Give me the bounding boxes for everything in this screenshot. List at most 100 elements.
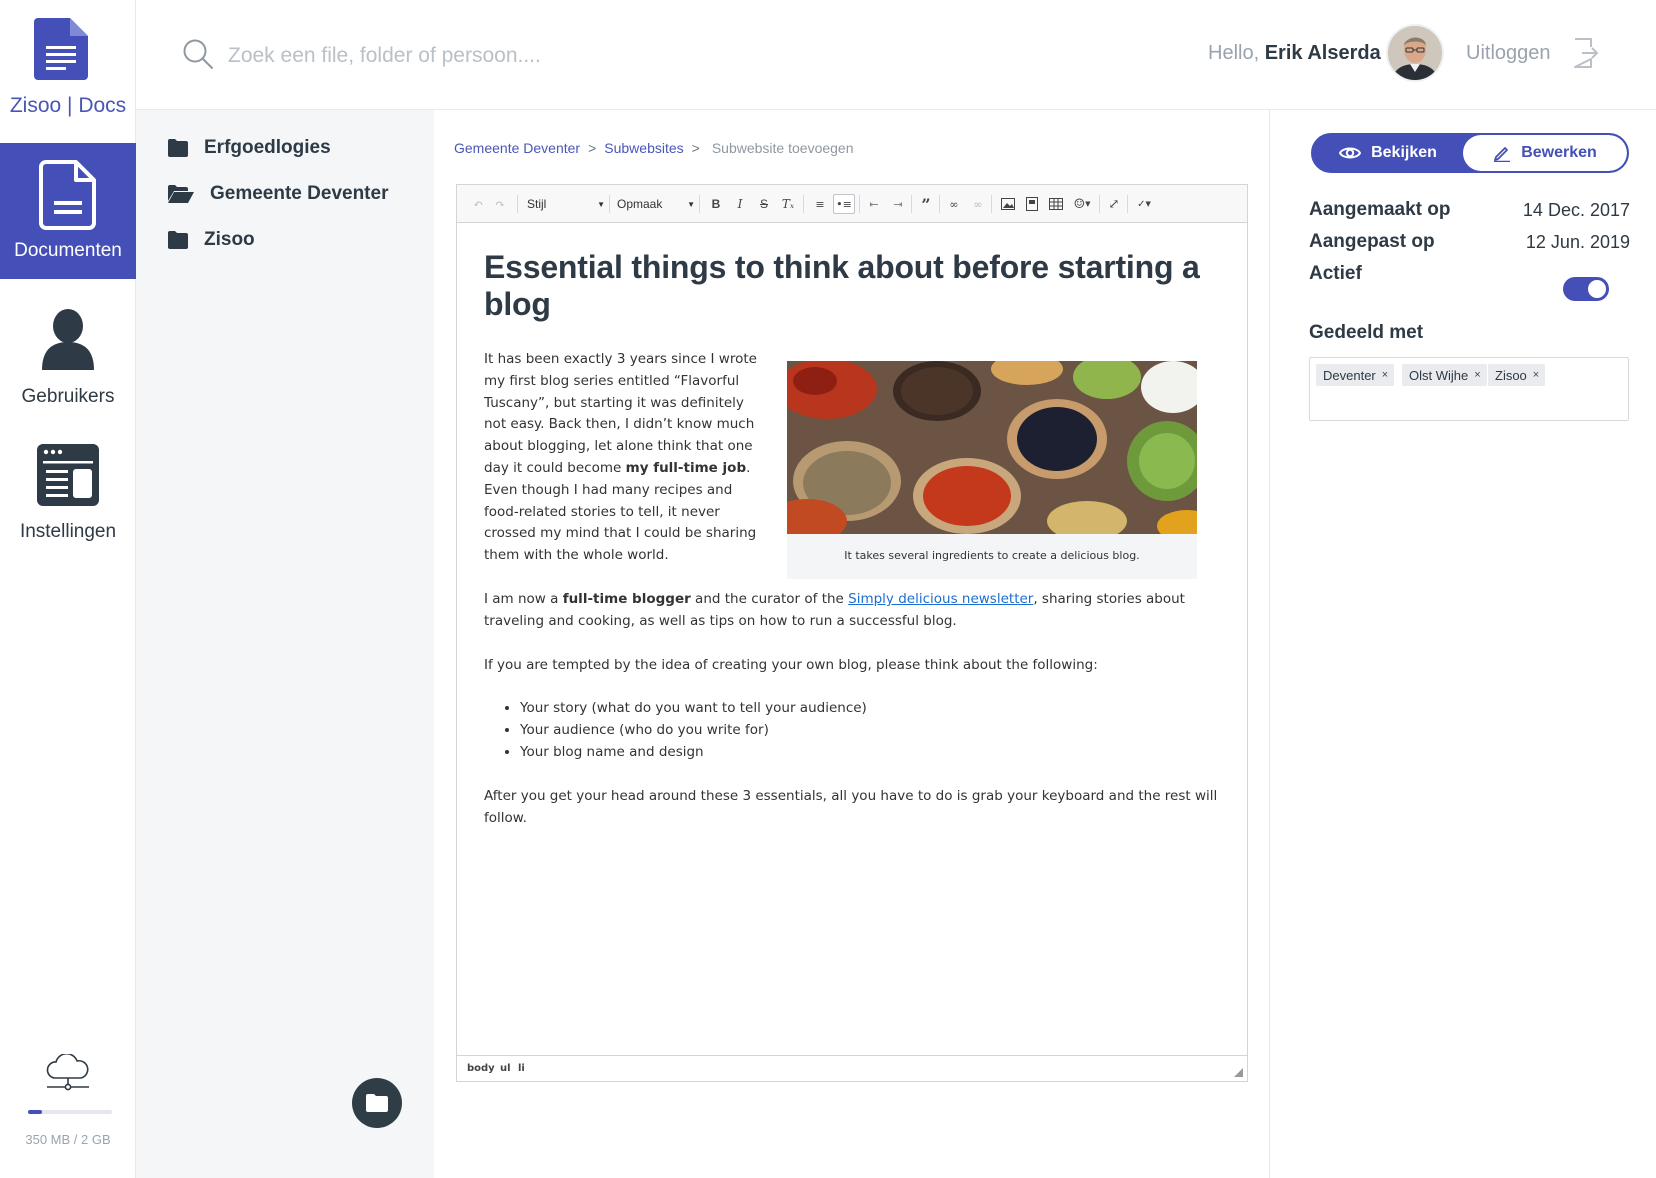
folder-closed-icon [168,139,188,157]
breadcrumb-item[interactable]: Subwebsites [604,140,683,156]
text-run: and the curator of the [690,590,849,607]
editor-toolbar: ↶ ↷ Stijl ▼ Opmaak ▼ B I S Tₓ ≡ •≡ ⇤ ⇥ ” [457,185,1247,223]
spellcheck-icon[interactable]: ✓ ▼ [1131,194,1157,214]
nav-label-settings: Instellingen [19,521,117,542]
edit-button[interactable]: Bewerken [1463,135,1627,171]
shared-with-input[interactable]: Deventer × Olst Wijhe × Zisoo × [1309,357,1629,421]
remove-tag-icon[interactable]: × [1474,369,1480,381]
logout-icon[interactable] [1573,38,1599,68]
style-select-value: Stijl [527,197,547,211]
breadcrumb-separator: > [588,140,597,156]
logo-text: Zisoo | Docs [0,94,136,118]
folder-item-erfgoedlogies[interactable]: Erfgoedlogies [168,134,331,162]
emoji-icon[interactable]: ☺ ▼ [1069,194,1095,214]
top-header: Hello, Erik Alserda Uitloggen [136,0,1656,110]
cloud-storage-icon [46,1054,89,1091]
element-path-item[interactable]: ul [500,1063,511,1074]
logo-brand: Zisoo [9,94,62,117]
caret-down-icon: ▼ [687,199,695,209]
spices-image [787,361,1197,534]
clear-format-icon[interactable]: Tₓ [777,194,799,214]
app-logo[interactable]: Zisoo | Docs [0,0,136,143]
logout-link[interactable]: Uitloggen [1466,42,1551,65]
storage-bar [28,1110,112,1114]
link-icon[interactable]: ∞ [943,194,965,214]
paragraph: After you get your head around these 3 e… [484,787,1218,826]
folder-name: Erfgoedlogies [204,137,331,158]
greeting-text: Hello, [1208,42,1265,64]
active-label: Actief [1309,263,1362,284]
user-name[interactable]: Erik Alserda [1265,42,1381,64]
toolbar-divider [1099,195,1100,213]
breadcrumb: Gemeente Deventer > Subwebsites > Subwebsite… [454,140,854,156]
breadcrumb-item[interactable]: Gemeente Deventer [454,140,580,156]
view-edit-toggle: Bekijken Bewerken [1311,133,1629,173]
table-icon[interactable] [1045,194,1067,214]
folder-item-gemeente-deventer[interactable]: Gemeente Deventer [168,180,388,208]
folder-name: Zisoo [204,229,255,250]
toolbar-divider [517,195,518,213]
format-select[interactable]: Opmaak ▼ [617,194,695,214]
image-glyph [1001,198,1015,210]
nav-item-settings[interactable]: Instellingen [0,440,136,550]
redo-icon[interactable]: ↷ [489,194,511,214]
bullet-list: Your story (what do you want to tell you… [520,698,1220,763]
nav-label-users: Gebruikers [21,386,115,407]
image-icon[interactable] [997,194,1019,214]
editor-column: Gemeente Deventer > Subwebsites > Subwebsite… [434,110,1270,1178]
app-root: Zisoo | Docs Documenten Gebruikers Inste… [0,0,1656,1178]
settings-window-icon [37,444,99,506]
share-tag-label: Olst Wijhe [1409,367,1469,383]
text-run: It has been exactly 3 years since I wrot… [484,351,757,476]
bullet-list-icon[interactable]: •≡ [833,194,855,214]
fullscreen-icon[interactable]: ⤢ [1103,194,1125,214]
new-folder-button[interactable] [352,1078,402,1128]
figure[interactable]: It takes several ingredients to create a… [787,361,1197,579]
search-input[interactable] [228,36,828,76]
storage-bar-fill [28,1110,43,1114]
toolbar-divider [911,195,912,213]
table-glyph [1049,198,1063,210]
share-tag-label: Zisoo [1495,367,1527,383]
main-nav: Zisoo | Docs Documenten Gebruikers Inste… [0,0,136,1178]
search-icon[interactable] [182,38,214,70]
avatar-photo [1388,26,1442,80]
element-path-item[interactable]: li [518,1063,525,1074]
document-title: Essential things to think about before s… [484,249,1200,322]
avatar[interactable] [1386,24,1444,82]
share-tag: Deventer × [1316,364,1395,386]
remove-tag-icon[interactable]: × [1533,369,1539,381]
format-select-value: Opmaak [617,197,663,211]
undo-icon[interactable]: ↶ [467,194,489,214]
nav-item-users[interactable]: Gebruikers [0,300,136,410]
outdent-icon[interactable]: ⇤ [863,194,885,214]
media-icon[interactable] [1021,194,1043,214]
nav-item-documents[interactable]: Documenten [0,143,136,279]
docs-logo-icon [34,18,88,80]
toolbar-divider [803,195,804,213]
style-select[interactable]: Stijl ▼ [527,194,605,214]
indent-icon[interactable]: ⇥ [887,194,909,214]
italic-icon[interactable]: I [729,194,751,214]
element-path-item[interactable]: body [467,1063,495,1074]
newsletter-link[interactable]: Simply delicious newsletter [848,591,1033,607]
bold-text: full-time blogger [562,590,691,607]
view-button[interactable]: Bekijken [1313,135,1463,171]
user-icon [42,309,94,370]
folder-item-zisoo[interactable]: Zisoo [168,226,255,254]
toggle-knob [1588,280,1606,298]
editor-content[interactable]: Essential things to think about before s… [457,223,1247,1055]
unlink-icon[interactable]: ∞ [967,194,989,214]
remove-tag-icon[interactable]: × [1382,369,1388,381]
active-toggle[interactable] [1563,277,1609,301]
blockquote-icon[interactable]: ” [915,194,937,214]
list-item: Your audience (who do you write for) [520,720,1220,742]
shared-with-label: Gedeeld met [1309,322,1424,343]
strikethrough-icon[interactable]: S [753,194,775,214]
numbered-list-icon[interactable]: ≡ [809,194,831,214]
folder-name: Gemeente Deventer [210,183,389,204]
paragraph: If you are tempted by the idea of creati… [484,656,1098,673]
bold-icon[interactable]: B [705,194,727,214]
pencil-icon [1494,147,1511,162]
resize-handle-icon[interactable] [1234,1068,1243,1077]
